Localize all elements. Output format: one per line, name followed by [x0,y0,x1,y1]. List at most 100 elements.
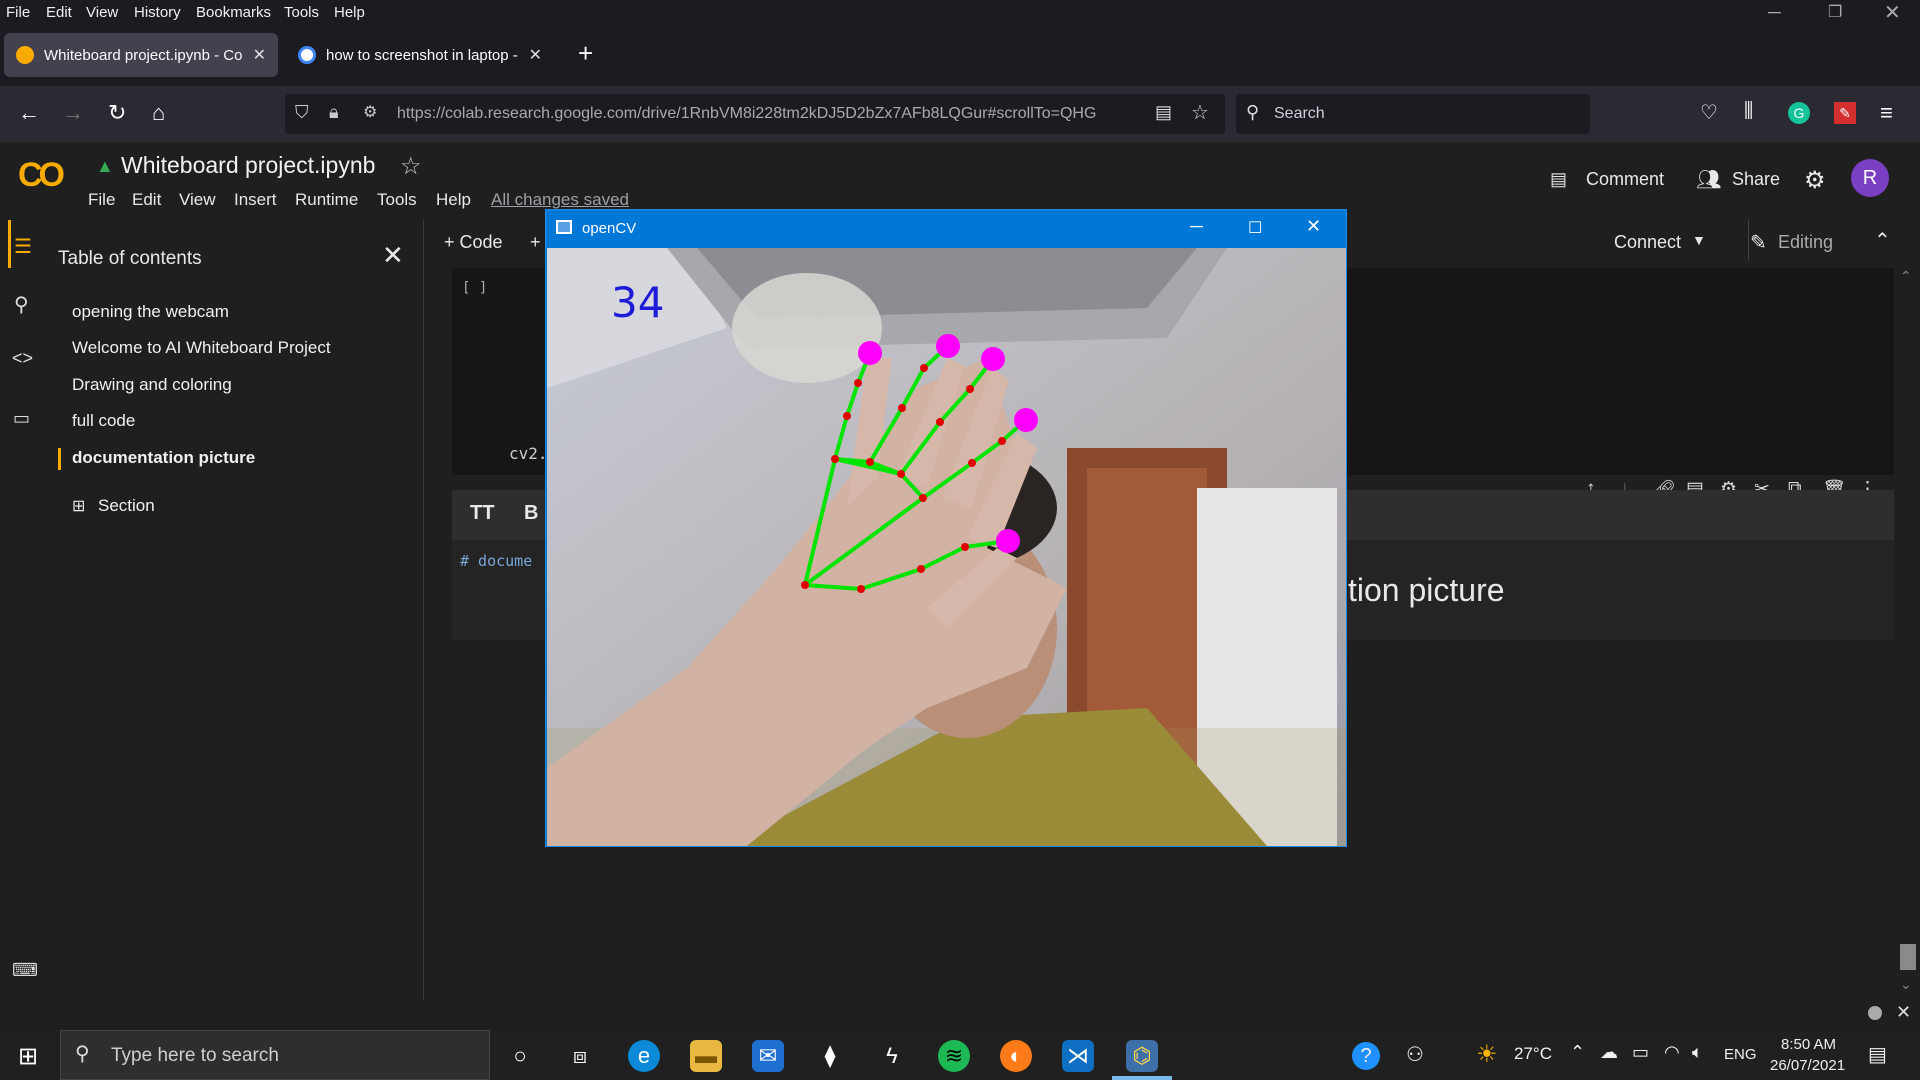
lock-icon[interactable]: 🔒︎ [329,102,339,123]
colab-menu-insert[interactable]: Insert [234,190,277,210]
cortana-icon[interactable]: ○ [504,1040,536,1072]
vscode-icon[interactable]: ⋊ [1062,1040,1094,1072]
pencil-icon[interactable]: ✎ [1750,230,1767,255]
task-view-icon[interactable]: ⧈ [564,1040,596,1072]
colab-menu-help[interactable]: Help [436,190,471,210]
file-explorer-icon[interactable]: ▬ [690,1040,722,1072]
terminal-icon[interactable]: ⌨ [12,960,38,981]
cloud-icon[interactable]: ☁ [1600,1042,1618,1063]
opencv-titlebar[interactable]: openCV ─ ☐ ✕ [546,210,1346,248]
close-icon[interactable]: ✕ [1884,0,1901,25]
temperature[interactable]: 27°C [1514,1044,1552,1064]
battery-icon[interactable]: ▭ [1632,1042,1649,1063]
close-icon[interactable]: ✕ [1306,216,1321,237]
scroll-thumb[interactable] [1900,944,1916,970]
restore-icon[interactable]: ❐ [1828,2,1842,22]
cell-run-brackets[interactable]: [ ] [462,280,487,296]
help-icon[interactable]: ? [1352,1042,1380,1070]
people-icon[interactable]: 👥︎ [1696,167,1721,192]
volume-icon[interactable]: 🔈︎ [1692,1042,1703,1063]
taskbar-search[interactable]: ⚲ Type here to search [60,1030,490,1080]
editing-status[interactable]: Editing [1778,232,1833,253]
shield-icon[interactable]: ⛉ [295,102,309,123]
edge-icon[interactable]: e [628,1040,660,1072]
clock-date[interactable]: 26/07/2021 [1770,1057,1845,1074]
forward-icon[interactable]: → [62,100,84,126]
colab-logo[interactable]: CO [18,156,65,195]
url-bar[interactable]: ⛉ 🔒︎ ⚙ https://colab.research.google.com… [285,94,1225,134]
extension-icon[interactable]: ✎ [1834,102,1856,124]
search-icon[interactable]: ⚲ [14,292,29,317]
url-text[interactable]: https://colab.research.google.com/drive/… [397,105,1137,123]
clock-time[interactable]: 8:50 AM [1781,1036,1836,1053]
people-icon[interactable]: ⚇ [1406,1042,1424,1067]
toc-item-drawing[interactable]: Drawing and coloring [72,375,232,395]
library-icon[interactable]: ⫼ [1744,100,1753,123]
colab-menu-file[interactable]: File [88,190,115,210]
add-section-button[interactable]: Section [98,496,155,516]
dropbox-icon[interactable]: ⧫ [814,1040,846,1072]
tab-close-icon[interactable]: ✕ [253,45,266,65]
bold-icon[interactable]: B [524,502,538,525]
star-icon[interactable]: ☆ [400,152,422,181]
close-icon[interactable]: ✕ [382,240,404,271]
weather-sun-icon[interactable]: ☀ [1476,1040,1498,1069]
share-button[interactable]: Share [1732,169,1780,190]
connect-button[interactable]: Connect [1614,232,1681,253]
save-status[interactable]: All changes saved [491,190,629,210]
reader-view-icon[interactable]: ▤ [1155,102,1172,123]
code-text[interactable]: cv2. [509,444,548,463]
toc-list-icon[interactable]: ☰ [14,234,32,259]
add-code-button[interactable]: + Code [444,232,503,253]
permissions-icon[interactable]: ⚙ [363,102,377,122]
colab-menu-tools[interactable]: Tools [377,190,417,210]
minimize-icon[interactable]: ─ [1190,216,1203,237]
menu-help[interactable]: Help [334,4,365,21]
search-field[interactable]: ⚲ Search [1236,94,1590,134]
hamburger-menu-icon[interactable]: ≡ [1880,100,1893,126]
toc-item-documentation[interactable]: documentation picture [72,448,255,468]
chevron-up-icon[interactable]: ⌃ [1570,1042,1585,1063]
maximize-icon[interactable]: ☐ [1248,218,1262,238]
scroll-up-icon[interactable]: ⌃ [1900,268,1912,285]
bookmark-star-icon[interactable]: ☆ [1191,100,1209,125]
text-size-icon[interactable]: TT [470,502,494,525]
menu-file[interactable]: File [6,4,30,21]
back-icon[interactable]: ← [18,100,40,126]
wifi-icon[interactable]: ◠ [1664,1042,1680,1063]
spotify-icon[interactable]: ≋ [938,1040,970,1072]
minimize-icon[interactable]: ─ [1768,2,1781,23]
files-folder-icon[interactable]: ▭ [13,408,30,429]
windows-start-icon[interactable]: ⊞ [18,1042,38,1071]
opencv-window[interactable]: openCV ─ ☐ ✕ 34 [545,209,1347,847]
avatar[interactable]: R [1851,159,1889,197]
menu-tools[interactable]: Tools [284,4,319,21]
chevron-down-icon[interactable]: ▼ [1692,232,1706,248]
markdown-source[interactable]: # docume [460,552,532,570]
sketch-app-icon[interactable]: ϟ [876,1040,908,1072]
close-icon[interactable]: ✕ [1896,1002,1911,1023]
notebook-title[interactable]: Whiteboard project.ipynb [121,152,375,179]
scrollbar[interactable]: ⌃ ⌄ [1896,268,1920,1000]
python-icon[interactable]: ⌬ [1126,1040,1158,1072]
colab-menu-runtime[interactable]: Runtime [295,190,358,210]
tab-whiteboard[interactable]: Whiteboard project.ipynb - Col ✕ [4,33,278,77]
comment-icon[interactable]: ▤ [1550,169,1567,190]
new-tab-icon[interactable]: + [578,38,593,69]
toc-item-webcam[interactable]: opening the webcam [72,302,229,322]
menu-bookmarks[interactable]: Bookmarks [196,4,271,21]
comment-button[interactable]: Comment [1586,169,1664,190]
menu-history[interactable]: History [134,4,181,21]
toc-item-welcome[interactable]: Welcome to AI Whiteboard Project [72,338,331,358]
add-section-icon[interactable]: ⊞ [72,496,85,516]
colab-menu-edit[interactable]: Edit [132,190,161,210]
collapse-header-icon[interactable]: ⌃ [1874,228,1891,253]
code-snippets-icon[interactable]: <> [12,348,33,369]
notifications-icon[interactable]: ▤ [1868,1042,1887,1067]
add-text-button[interactable]: + [530,232,541,253]
menu-edit[interactable]: Edit [46,4,72,21]
pocket-icon[interactable]: ♡ [1700,100,1718,125]
mail-icon[interactable]: ✉ [752,1040,784,1072]
colab-menu-view[interactable]: View [179,190,216,210]
reload-icon[interactable]: ↻ [108,100,126,126]
